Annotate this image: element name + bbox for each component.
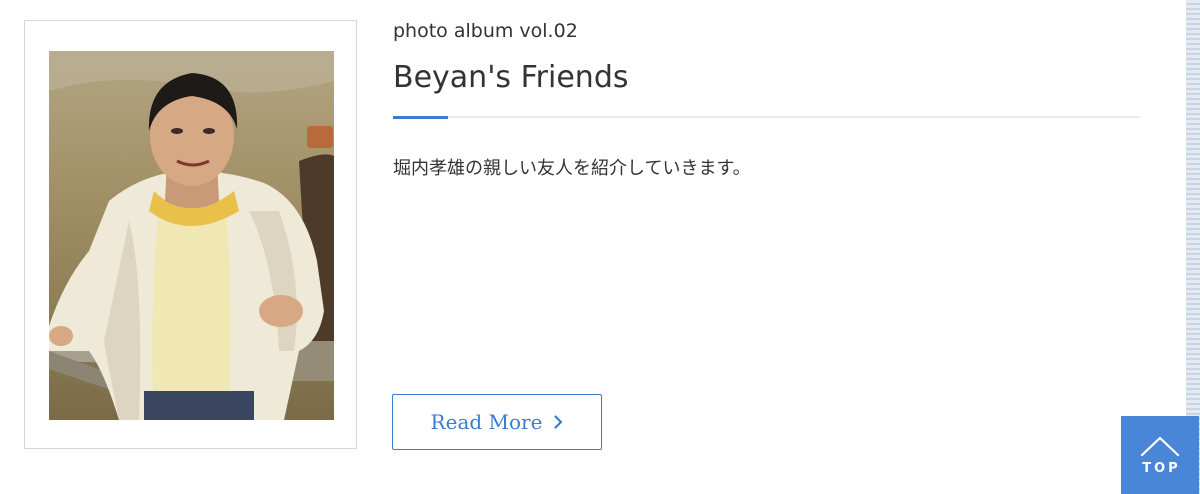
back-to-top-label: TOP [1142,460,1181,476]
article-description: 堀内孝雄の親しい友人を紹介していきます。 [393,158,751,179]
album-photo [49,51,334,420]
back-to-top-button[interactable]: TOP [1121,416,1199,494]
read-more-label: Read More [430,410,543,434]
photo-frame [24,20,357,449]
title-divider-accent [393,115,448,119]
album-kicker: photo album vol.02 [393,20,578,42]
album-photo-image [49,51,334,420]
title-divider [393,115,1140,119]
chevron-up-icon [1140,436,1180,456]
read-more-button[interactable]: Read More [392,394,602,450]
chevron-right-icon [554,415,563,429]
page: photo album vol.02 Beyan's Friends 堀内孝雄の… [0,0,1200,494]
article-title: Beyan's Friends [393,60,629,95]
